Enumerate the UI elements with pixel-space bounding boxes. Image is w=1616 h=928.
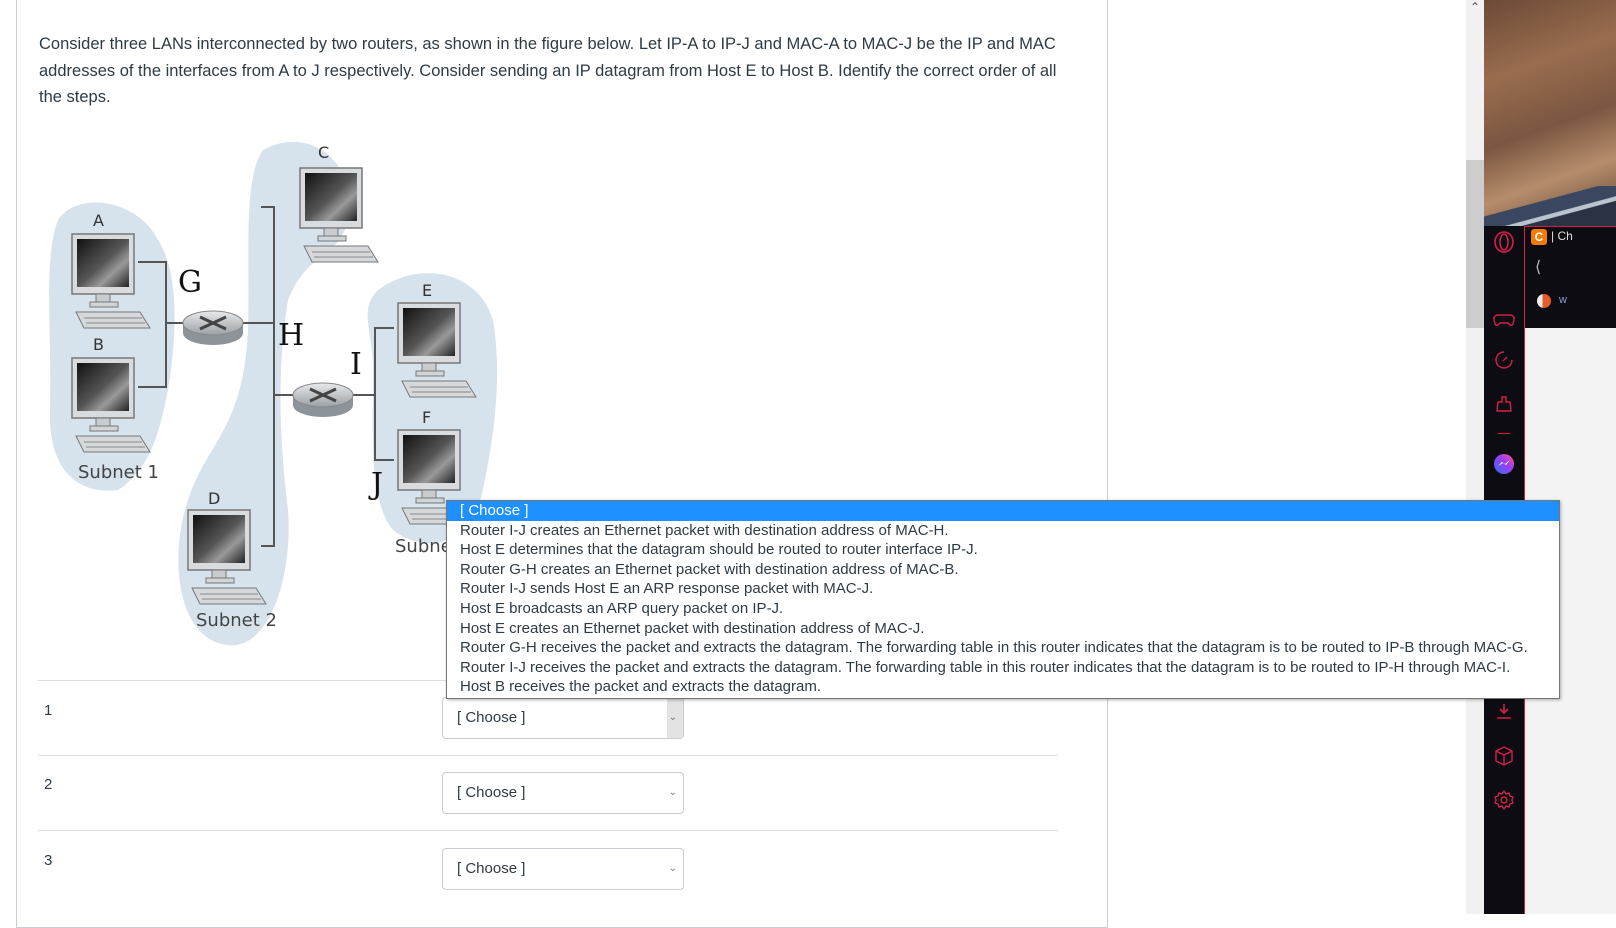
interface-i-label: I	[350, 347, 362, 382]
dropdown-option[interactable]: Router I-J creates an Ethernet packet wi…	[447, 521, 1559, 541]
step-number-2: 2	[44, 776, 53, 793]
step-3-selected-value: [ Choose ]	[457, 860, 526, 877]
row-divider	[38, 830, 1058, 831]
panel-site-label[interactable]: w	[1559, 294, 1567, 306]
cleaner-icon[interactable]	[1492, 393, 1516, 417]
chevron-down-icon: ⌄	[668, 787, 677, 798]
row-divider	[38, 755, 1058, 756]
dropdown-option[interactable]: Host E broadcasts an ARP query packet on…	[447, 599, 1559, 619]
opera-panel-header: C | Ch ⟨ w	[1525, 226, 1616, 328]
host-c-computer-icon	[299, 167, 379, 263]
host-a-label: A	[93, 211, 104, 230]
host-f-label: F	[422, 408, 431, 427]
step-dropdown-list[interactable]: [ Choose ] Router I-J creates an Etherne…	[446, 500, 1560, 699]
chevron-down-icon: ⌄	[668, 863, 677, 874]
dropdown-option[interactable]: Router G-H receives the packet and extra…	[447, 638, 1559, 658]
step-number-3: 3	[44, 852, 53, 869]
opera-logo-icon[interactable]	[1492, 230, 1516, 254]
dropdown-option[interactable]: Host E determines that the datagram shou…	[447, 540, 1559, 560]
scrollbar-thumb[interactable]	[1466, 160, 1484, 328]
interface-h-label: H	[278, 318, 304, 353]
step-number-1: 1	[44, 702, 53, 719]
settings-icon[interactable]	[1492, 788, 1516, 812]
step-2-selected-value: [ Choose ]	[457, 784, 526, 801]
subnet-1-label: Subnet 1	[78, 462, 159, 483]
sidebar-separator	[1498, 433, 1510, 434]
interface-j-label: J	[368, 467, 383, 502]
host-c-label: C	[318, 143, 329, 162]
host-d-label: D	[208, 489, 220, 508]
dropdown-option[interactable]: Router I-J sends Host E an ARP response …	[447, 579, 1559, 599]
tab-favicon-icon: C	[1531, 229, 1547, 245]
speed-dial-icon[interactable]	[1492, 348, 1516, 372]
host-b-label: B	[93, 335, 104, 354]
dropdown-option[interactable]: Host B receives the packet and extracts …	[447, 677, 1559, 697]
step-1-select[interactable]: [ Choose ] ⌄	[442, 697, 684, 739]
step-1-selected-value: [ Choose ]	[457, 709, 526, 726]
chevron-down-icon: ⌄	[668, 712, 677, 723]
scroll-up-arrow-icon[interactable]: ⌃	[1470, 0, 1480, 14]
dropdown-option[interactable]: Router I-J receives the packet and extra…	[447, 658, 1559, 678]
download-icon[interactable]	[1492, 700, 1516, 724]
router-i-j-icon	[291, 381, 355, 419]
messenger-icon[interactable]	[1492, 452, 1516, 476]
dropdown-option[interactable]: Router G-H creates an Ethernet packet wi…	[447, 560, 1559, 580]
cube-icon[interactable]	[1492, 744, 1516, 768]
dropdown-option[interactable]: Host E creates an Ethernet packet with d…	[447, 619, 1559, 639]
interface-g-label: G	[178, 265, 202, 300]
desktop-wallpaper	[1484, 0, 1616, 226]
subnet-2-label: Subnet 2	[196, 610, 277, 631]
page-scrollbar[interactable]: ⌃	[1466, 0, 1484, 914]
site-favicon-icon	[1537, 294, 1551, 308]
host-e-label: E	[422, 281, 432, 300]
question-text: Consider three LANs interconnected by tw…	[39, 35, 1057, 106]
step-3-select[interactable]: [ Choose ] ⌄	[442, 848, 684, 890]
back-arrow-icon[interactable]: ⟨	[1535, 257, 1541, 277]
gamepad-icon[interactable]	[1492, 308, 1516, 332]
router-g-h-icon	[181, 309, 245, 347]
step-2-select[interactable]: [ Choose ] ⌄	[442, 772, 684, 814]
panel-tab-title[interactable]: | Ch	[1551, 229, 1573, 243]
dropdown-option[interactable]: [ Choose ]	[447, 501, 1559, 521]
